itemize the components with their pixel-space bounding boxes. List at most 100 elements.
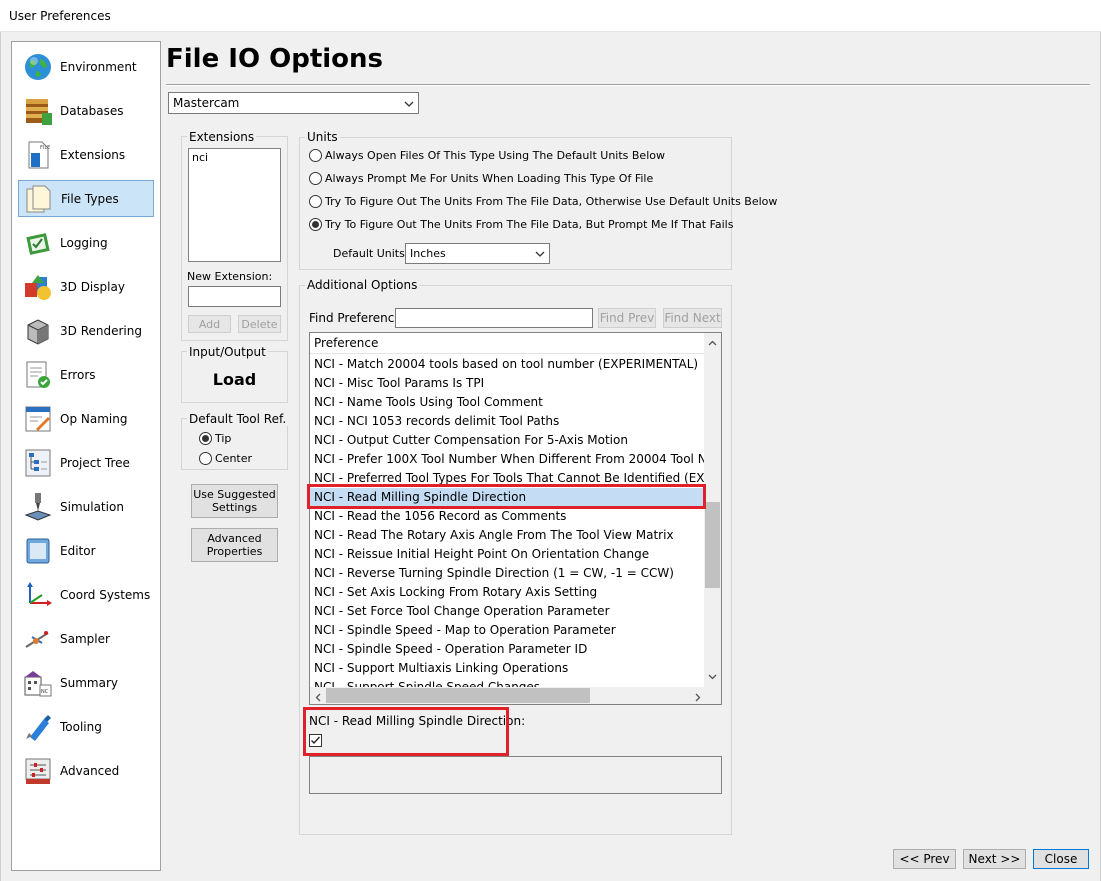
sidebar: Environment Databases FILE Extensions Fi…	[11, 41, 161, 871]
horizontal-scroll-thumb[interactable]	[326, 688, 590, 703]
table-row[interactable]: NCI - Read The Rotary Axis Angle From Th…	[310, 526, 706, 545]
sidebar-label: 3D Display	[60, 279, 125, 294]
default-units-value: Inches	[410, 247, 446, 260]
radio-button[interactable]	[199, 432, 212, 445]
3d-display-icon	[22, 271, 54, 303]
table-row[interactable]: NCI - Reverse Turning Spindle Direction …	[310, 564, 706, 583]
table-row[interactable]: NCI - Output Cutter Compensation For 5-A…	[310, 431, 706, 450]
table-row[interactable]: NCI - Name Tools Using Tool Comment	[310, 393, 706, 412]
preference-list[interactable]: Preference NCI - Match 20004 tools based…	[309, 332, 722, 705]
chevron-right-icon[interactable]	[693, 691, 702, 704]
radio-label: Try To Figure Out The Units From The Fil…	[325, 195, 778, 208]
sidebar-label: Simulation	[60, 499, 124, 514]
sidebar-item-coord-systems[interactable]: Coord Systems	[18, 576, 154, 613]
chevron-down-icon[interactable]	[708, 670, 717, 684]
table-row[interactable]: NCI - Set Force Tool Change Operation Pa…	[310, 602, 706, 621]
extensions-list[interactable]: nci	[188, 148, 281, 262]
sidebar-item-extensions[interactable]: FILE Extensions	[18, 136, 154, 173]
close-button[interactable]: Close	[1033, 849, 1089, 869]
table-row[interactable]: NCI - NCI 1053 records delimit Tool Path…	[310, 412, 706, 431]
sidebar-item-simulation[interactable]: Simulation	[18, 488, 154, 525]
sidebar-item-environment[interactable]: Environment	[18, 48, 154, 85]
radio-button[interactable]	[309, 195, 322, 208]
title-divider	[166, 84, 1090, 86]
table-row[interactable]: NCI - Reissue Initial Height Point On Or…	[310, 545, 706, 564]
table-row[interactable]: NCI - Spindle Speed - Operation Paramete…	[310, 640, 706, 659]
file-type-select[interactable]: Mastercam	[168, 92, 419, 114]
sidebar-item-summary[interactable]: NC Summary	[18, 664, 154, 701]
units-option-default[interactable]: Always Open Files Of This Type Using The…	[309, 149, 665, 162]
page-title: File IO Options	[166, 44, 384, 74]
radio-button[interactable]	[199, 452, 212, 465]
chevron-left-icon[interactable]	[314, 691, 323, 704]
database-icon	[22, 95, 54, 127]
prev-button[interactable]: << Prev	[893, 849, 956, 869]
vertical-scrollbar[interactable]	[704, 333, 721, 688]
extension-item[interactable]: nci	[189, 149, 280, 166]
sidebar-item-file-types[interactable]: File Types	[18, 180, 154, 217]
sidebar-label: File Types	[61, 191, 119, 206]
default-units-label: Default Units:	[333, 247, 409, 260]
sidebar-item-errors[interactable]: Errors	[18, 356, 154, 393]
sidebar-item-sampler[interactable]: Sampler	[18, 620, 154, 657]
table-row[interactable]: NCI - Read the 1056 Record as Comments	[310, 507, 706, 526]
radio-label: Tip	[215, 432, 232, 445]
radio-button[interactable]	[309, 149, 322, 162]
radio-label: Always Open Files Of This Type Using The…	[325, 149, 665, 162]
sidebar-label: Editor	[60, 543, 96, 558]
next-button[interactable]: Next >>	[963, 849, 1026, 869]
units-option-detect-prompt[interactable]: Try To Figure Out The Units From The Fil…	[309, 218, 733, 231]
sidebar-item-3d-rendering[interactable]: 3D Rendering	[18, 312, 154, 349]
find-preference-input[interactable]	[395, 308, 593, 328]
units-option-prompt[interactable]: Always Prompt Me For Units When Loading …	[309, 172, 653, 185]
simulation-icon	[22, 491, 54, 523]
radio-label: Always Prompt Me For Units When Loading …	[325, 172, 654, 185]
units-label: Units	[305, 130, 340, 144]
radio-label: Center	[215, 452, 253, 465]
default-units-select[interactable]: Inches	[405, 243, 550, 264]
vertical-scroll-thumb[interactable]	[705, 502, 720, 588]
new-extension-input[interactable]	[188, 286, 281, 307]
find-prev-button[interactable]: Find Prev	[598, 308, 656, 328]
chevron-down-icon	[404, 98, 414, 108]
project-tree-icon	[22, 447, 54, 479]
table-row[interactable]: NCI - Match 20004 tools based on tool nu…	[310, 355, 706, 374]
table-row[interactable]: NCI - Misc Tool Params Is TPI	[310, 374, 706, 393]
sidebar-label: Tooling	[60, 719, 102, 734]
sidebar-item-project-tree[interactable]: Project Tree	[18, 444, 154, 481]
logging-icon	[22, 227, 54, 259]
sidebar-item-advanced[interactable]: Advanced	[18, 752, 154, 789]
coord-systems-icon	[22, 579, 54, 611]
add-extension-button[interactable]: Add	[188, 315, 231, 333]
window-title: User Preferences	[9, 9, 111, 23]
sidebar-item-databases[interactable]: Databases	[18, 92, 154, 129]
units-option-detect-default[interactable]: Try To Figure Out The Units From The Fil…	[309, 195, 777, 208]
tool-ref-center-radio[interactable]: Center	[199, 452, 252, 465]
default-tool-ref-label: Default Tool Ref.	[187, 412, 289, 426]
sidebar-item-logging[interactable]: Logging	[18, 224, 154, 261]
preference-column-header[interactable]: Preference	[310, 333, 706, 354]
sidebar-item-op-naming[interactable]: Op Naming	[18, 400, 154, 437]
new-extension-label: New Extension:	[187, 270, 273, 283]
sidebar-label: Project Tree	[60, 455, 130, 470]
radio-button[interactable]	[309, 218, 322, 231]
find-next-button[interactable]: Find Next	[663, 308, 722, 328]
sidebar-item-editor[interactable]: Editor	[18, 532, 154, 569]
advanced-icon	[22, 755, 54, 787]
sidebar-item-tooling[interactable]: Tooling	[18, 708, 154, 745]
3d-rendering-icon	[22, 315, 54, 347]
delete-extension-button[interactable]: Delete	[238, 315, 281, 333]
table-row[interactable]: NCI - Set Axis Locking From Rotary Axis …	[310, 583, 706, 602]
table-row[interactable]: NCI - Support Multiaxis Linking Operatio…	[310, 659, 706, 678]
chevron-up-icon[interactable]	[708, 337, 717, 351]
tool-ref-tip-radio[interactable]: Tip	[199, 432, 231, 445]
use-suggested-settings-button[interactable]: Use Suggested Settings	[191, 484, 278, 518]
sidebar-item-3d-display[interactable]: 3D Display	[18, 268, 154, 305]
horizontal-scrollbar[interactable]	[310, 687, 706, 704]
sidebar-label: Extensions	[60, 147, 126, 162]
table-row[interactable]: NCI - Prefer 100X Tool Number When Diffe…	[310, 450, 706, 469]
chevron-down-icon	[535, 249, 545, 259]
radio-button[interactable]	[309, 172, 322, 185]
table-row[interactable]: NCI - Spindle Speed - Map to Operation P…	[310, 621, 706, 640]
advanced-properties-button[interactable]: Advanced Properties	[191, 528, 278, 562]
